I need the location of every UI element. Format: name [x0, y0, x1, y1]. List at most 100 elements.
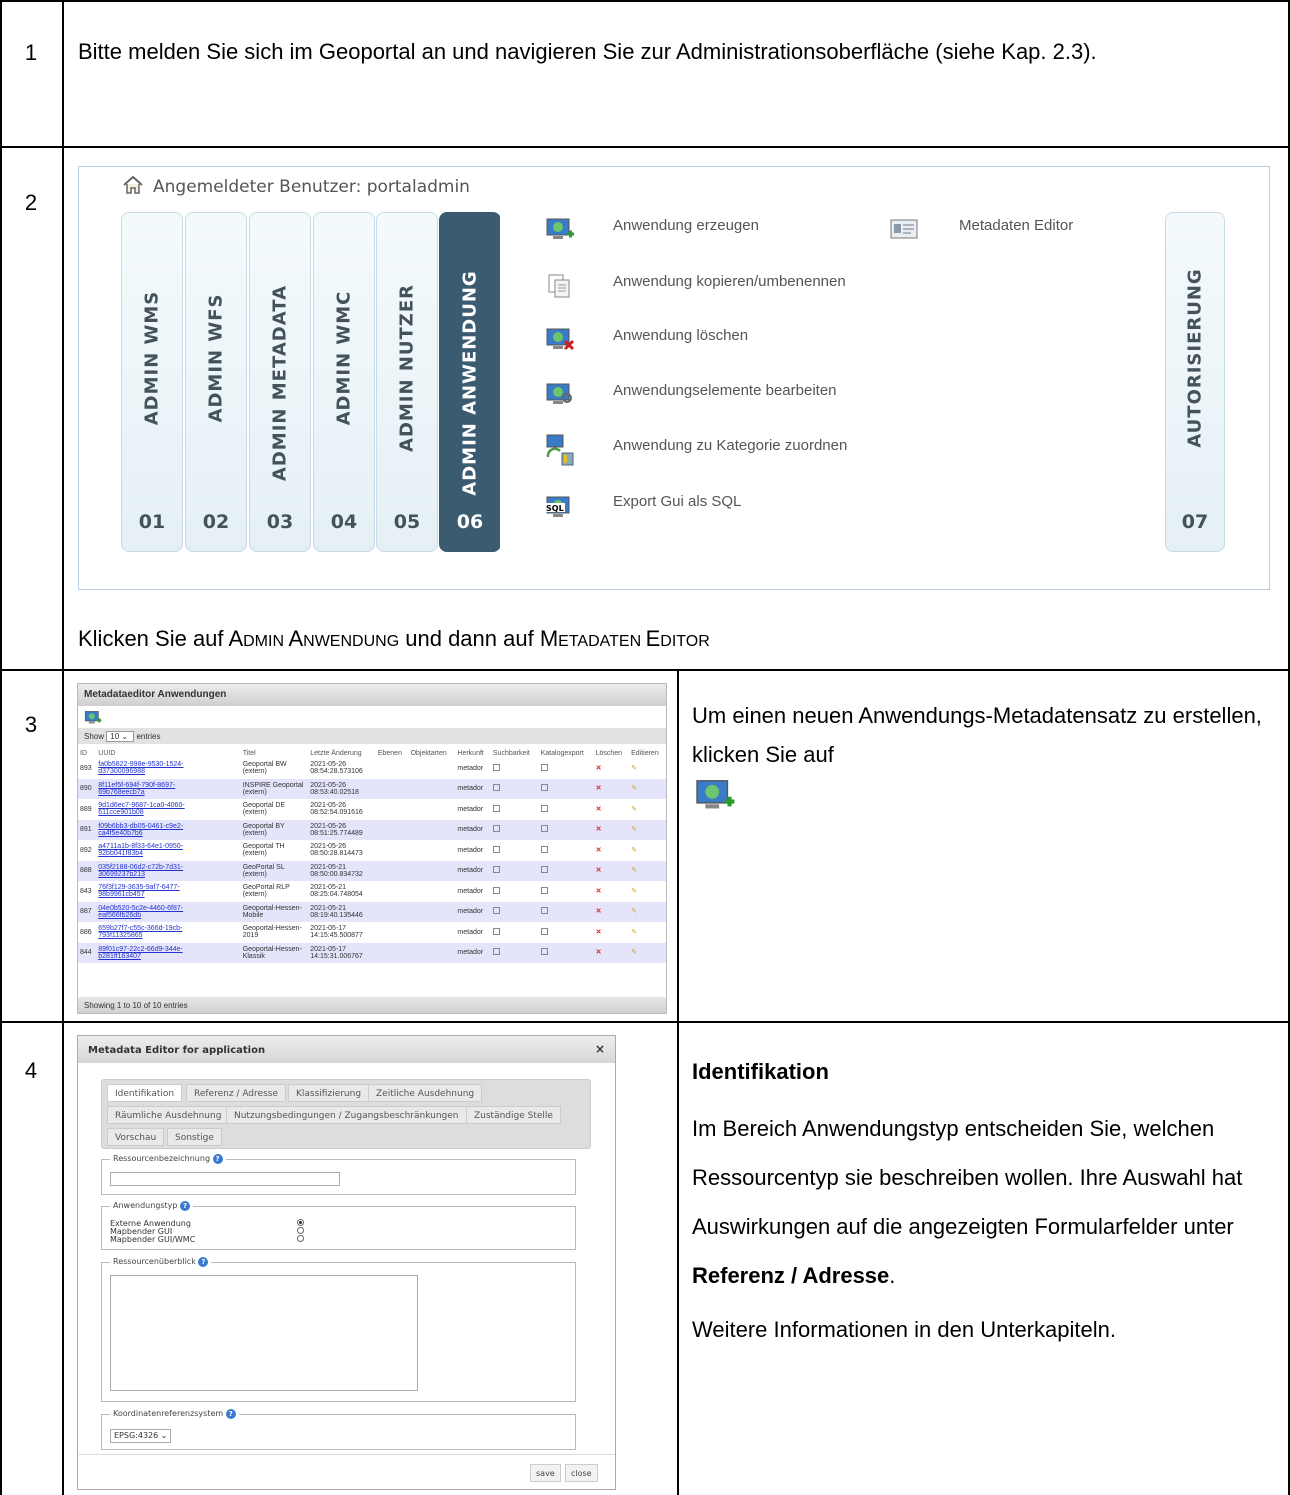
- delete-icon[interactable]: ✕: [596, 826, 602, 833]
- cell-search[interactable]: [491, 840, 539, 861]
- crs-select[interactable]: EPSG:4326 ⌄: [110, 1429, 172, 1443]
- menu-delete-application[interactable]: Anwendung löschen: [613, 327, 748, 344]
- assign-category-icon[interactable]: [545, 433, 575, 467]
- cell-edit[interactable]: ✎: [629, 902, 666, 923]
- cell-edit[interactable]: ✎: [629, 881, 666, 902]
- cell-search[interactable]: [491, 799, 539, 820]
- cell-export[interactable]: [539, 758, 594, 779]
- uuid-link[interactable]: 9d1d6ec7-9687-1ca0-4060-611cce901b08: [98, 802, 218, 816]
- tab-vorschau[interactable]: Vorschau: [107, 1128, 165, 1146]
- checkbox-icon[interactable]: [492, 886, 500, 894]
- cell-export[interactable]: [539, 820, 594, 841]
- tab-zeitliche-ausdehnung[interactable]: Zeitliche Ausdehnung: [368, 1084, 483, 1102]
- checkbox-icon[interactable]: [540, 804, 548, 812]
- edit-pencil-icon[interactable]: ✎: [631, 949, 637, 956]
- cell-export[interactable]: [539, 861, 594, 882]
- delete-icon[interactable]: ✕: [596, 806, 602, 813]
- cell-uuid[interactable]: f09b6bb3-db05-0461-c9e2-ca4f5e40b7b6: [96, 820, 240, 841]
- cell-search[interactable]: [491, 881, 539, 902]
- tab-zustaendige-stelle[interactable]: Zuständige Stelle: [466, 1106, 561, 1124]
- uuid-link[interactable]: f09b6bb3-db05-0461-c9e2-ca4f5e40b7b6: [98, 823, 218, 837]
- th-origin[interactable]: Herkunft: [455, 748, 490, 758]
- cell-uuid[interactable]: 035f2188-06d2-c72b-7d31-30699237b213: [96, 861, 240, 882]
- tab-admin-metadata[interactable]: ADMIN METADATA 03: [249, 212, 311, 552]
- help-icon[interactable]: ?: [198, 1257, 209, 1267]
- cell-export[interactable]: [539, 922, 594, 943]
- cell-export[interactable]: [539, 881, 594, 902]
- th-id[interactable]: ID: [78, 748, 96, 758]
- metadata-editor-icon[interactable]: [889, 217, 919, 243]
- cell-search[interactable]: [491, 779, 539, 800]
- delete-icon[interactable]: ✕: [596, 765, 602, 772]
- edit-elements-icon[interactable]: [545, 382, 575, 408]
- radio-externe[interactable]: [297, 1219, 304, 1226]
- uuid-link[interactable]: 8f11ef5f-694f-790f-8697-69b768eecb7a: [98, 782, 218, 796]
- cell-uuid[interactable]: 659b27f7-c55c-366d-19cb-793f11325865: [96, 922, 240, 943]
- delete-icon[interactable]: ✕: [596, 888, 602, 895]
- home-icon[interactable]: [122, 175, 144, 195]
- cell-export[interactable]: [539, 799, 594, 820]
- th-edit[interactable]: Editieren: [629, 748, 666, 758]
- cell-uuid[interactable]: 9d1d6ec7-9687-1ca0-4060-611cce901b08: [96, 799, 240, 820]
- cell-export[interactable]: [539, 840, 594, 861]
- delete-icon[interactable]: ✕: [596, 949, 602, 956]
- checkbox-icon[interactable]: [492, 927, 500, 935]
- checkbox-icon[interactable]: [540, 784, 548, 792]
- delete-icon[interactable]: ✕: [596, 908, 602, 915]
- uuid-link[interactable]: 89f01c97-22c2-66d9-344e-b281ff163407: [98, 946, 218, 960]
- edit-pencil-icon[interactable]: ✎: [631, 765, 637, 772]
- export-sql-icon[interactable]: SQL: [545, 495, 575, 521]
- menu-edit-elements[interactable]: Anwendungselemente bearbeiten: [613, 382, 837, 399]
- cell-edit[interactable]: ✎: [629, 943, 666, 964]
- cell-export[interactable]: [539, 902, 594, 923]
- add-metadata-icon[interactable]: [84, 710, 102, 726]
- tab-admin-wms[interactable]: ADMIN WMS 01: [121, 212, 183, 552]
- cell-uuid[interactable]: 89f01c97-22c2-66d9-344e-b281ff163407: [96, 943, 240, 964]
- ressource-input[interactable]: [110, 1172, 340, 1186]
- help-icon[interactable]: ?: [180, 1201, 191, 1211]
- edit-pencil-icon[interactable]: ✎: [631, 908, 637, 915]
- delete-icon[interactable]: ✕: [596, 867, 602, 874]
- checkbox-icon[interactable]: [492, 784, 500, 792]
- cell-search[interactable]: [491, 758, 539, 779]
- tab-sonstige[interactable]: Sonstige: [167, 1128, 222, 1146]
- cell-search[interactable]: [491, 922, 539, 943]
- cell-uuid[interactable]: 76f3f129-3635-9af7-6477-98b9961cb457: [96, 881, 240, 902]
- cell-delete[interactable]: ✕: [594, 943, 629, 964]
- menu-export-sql[interactable]: Export Gui als SQL: [613, 493, 741, 510]
- cell-edit[interactable]: ✎: [629, 799, 666, 820]
- cell-search[interactable]: [491, 820, 539, 841]
- checkbox-icon[interactable]: [540, 907, 548, 915]
- th-title[interactable]: Titel: [241, 748, 309, 758]
- create-application-icon[interactable]: [545, 217, 575, 243]
- tab-nutzungsbedingungen[interactable]: Nutzungsbedingungen / Zugangsbeschränkun…: [226, 1106, 467, 1124]
- uuid-link[interactable]: 035f2188-06d2-c72b-7d31-30699237b213: [98, 864, 218, 878]
- uuid-link[interactable]: a4711a1b-8f33-64e1-0950-92bb041f83b4: [98, 843, 218, 857]
- radio-mapbender-wmc[interactable]: [297, 1235, 304, 1242]
- checkbox-icon[interactable]: [492, 763, 500, 771]
- uuid-link[interactable]: 04e0b520-5c2e-4460-6f87-eaf566fb26db: [98, 905, 218, 919]
- cell-search[interactable]: [491, 902, 539, 923]
- close-button[interactable]: close: [565, 1464, 598, 1482]
- cell-edit[interactable]: ✎: [629, 820, 666, 841]
- tab-referenz[interactable]: Referenz / Adresse: [186, 1084, 286, 1102]
- tab-autorisierung[interactable]: AUTORISIERUNG 07: [1165, 212, 1225, 552]
- cell-uuid[interactable]: fa0b5822-998e-9530-1524-d37300096988: [96, 758, 240, 779]
- delete-icon[interactable]: ✕: [596, 847, 602, 854]
- menu-assign-category[interactable]: Anwendung zu Kategorie zuordnen: [613, 437, 847, 454]
- cell-delete[interactable]: ✕: [594, 861, 629, 882]
- cell-uuid[interactable]: 8f11ef5f-694f-790f-8697-69b768eecb7a: [96, 779, 240, 800]
- cell-uuid[interactable]: 04e0b520-5c2e-4460-6f87-eaf566fb26db: [96, 902, 240, 923]
- dialog-close-icon[interactable]: ×: [595, 1042, 605, 1056]
- help-icon[interactable]: ?: [212, 1154, 223, 1164]
- cell-edit[interactable]: ✎: [629, 840, 666, 861]
- checkbox-icon[interactable]: [540, 763, 548, 771]
- cell-search[interactable]: [491, 943, 539, 964]
- cell-delete[interactable]: ✕: [594, 902, 629, 923]
- tab-admin-anwendung[interactable]: ADMIN ANWENDUNG 06: [439, 212, 501, 552]
- checkbox-icon[interactable]: [492, 825, 500, 833]
- th-uuid[interactable]: UUID: [96, 748, 240, 758]
- tab-raeumliche-ausdehnung[interactable]: Räumliche Ausdehnung: [107, 1106, 230, 1124]
- checkbox-icon[interactable]: [492, 804, 500, 812]
- th-delete[interactable]: Löschen: [594, 748, 629, 758]
